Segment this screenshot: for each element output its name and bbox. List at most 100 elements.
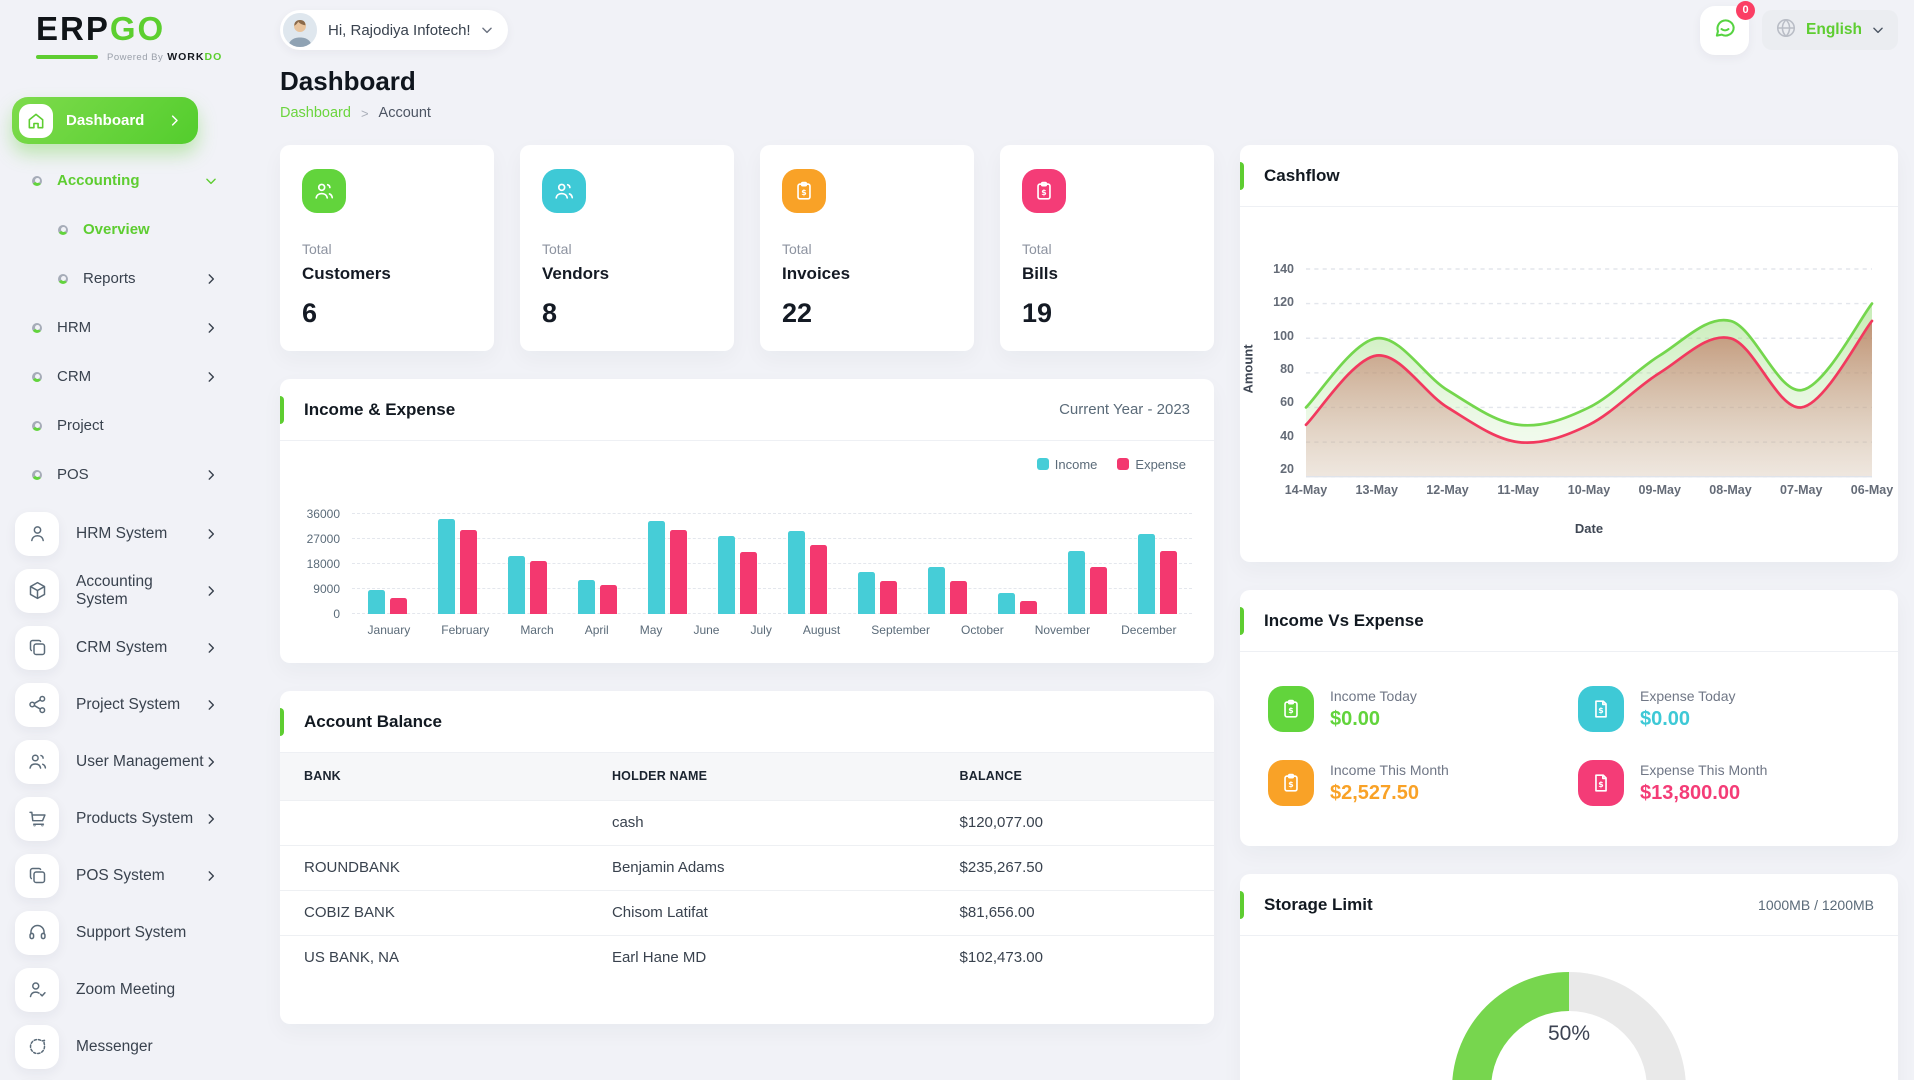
powered-by-label: Powered By bbox=[107, 51, 164, 63]
stat-label: Invoices bbox=[782, 264, 851, 283]
sidebar-item-dashboard[interactable]: Dashboard bbox=[12, 97, 198, 144]
bar-group-july[interactable] bbox=[787, 514, 827, 614]
y-axis-tick: 140 bbox=[1273, 262, 1294, 276]
table-footer-spacer bbox=[280, 980, 1214, 1024]
sidebar-item-pos[interactable]: POS bbox=[12, 450, 240, 499]
x-axis-label: February bbox=[441, 623, 490, 637]
x-axis-label: July bbox=[750, 623, 772, 637]
chevron-right-icon bbox=[204, 272, 218, 286]
chevron-right-icon bbox=[204, 641, 218, 655]
card-title: Storage Limit bbox=[1264, 894, 1373, 914]
sidebar-item-support-system[interactable]: Support System bbox=[12, 904, 240, 961]
storage-limit-card: Storage Limit 1000MB / 1200MB 50% bbox=[1240, 874, 1898, 1080]
ive-value: $0.00 bbox=[1640, 707, 1691, 730]
bar-group-february[interactable] bbox=[437, 514, 477, 614]
cashflow-area-chart: Amount 20 40 60 80 100 120 140 bbox=[1241, 262, 1874, 478]
sidebar-item-label: POS System bbox=[76, 866, 165, 884]
sidebar-item-messenger[interactable]: Messenger bbox=[12, 1018, 240, 1075]
bullet-icon bbox=[58, 273, 68, 284]
sidebar-item-accounting[interactable]: Accounting bbox=[12, 156, 240, 205]
table-row: COBIZ BANK Chisom Latifat $81,656.00 bbox=[280, 889, 1214, 935]
ive-text: Expense This Month $13,800.00 bbox=[1640, 762, 1767, 805]
income-vs-expense-grid: $ Income Today $0.00 $ Expense Today $0.… bbox=[1240, 652, 1898, 846]
sidebar-item-hrm[interactable]: HRM bbox=[12, 303, 240, 352]
ive-label: Income Today bbox=[1330, 687, 1417, 704]
bar-group-october[interactable] bbox=[997, 514, 1037, 614]
share-icon bbox=[15, 682, 59, 727]
bar-group-december[interactable] bbox=[1137, 514, 1177, 614]
table-cell: $102,473.00 bbox=[935, 934, 1214, 980]
breadcrumb-separator: > bbox=[360, 105, 369, 121]
sidebar-subitem-overview[interactable]: Overview bbox=[12, 205, 240, 254]
y-axis-tick: 80 bbox=[1280, 362, 1294, 376]
sidebar-item-crm[interactable]: CRM bbox=[12, 352, 240, 401]
bar-group-september[interactable] bbox=[927, 514, 967, 614]
bar-group-march[interactable] bbox=[507, 514, 547, 614]
table-cell: Earl Hane MD bbox=[587, 934, 936, 980]
users-white-icon bbox=[302, 169, 346, 213]
sidebar-item-label: User Management bbox=[76, 752, 204, 770]
bar-group-may[interactable] bbox=[647, 514, 687, 614]
bullet-icon bbox=[32, 371, 42, 382]
ive-item-expense-this-month: $ Expense This Month $13,800.00 bbox=[1578, 760, 1870, 806]
sidebar-item-project[interactable]: Project bbox=[12, 401, 240, 450]
svg-text:$: $ bbox=[1598, 780, 1603, 789]
sidebar-item-products-system[interactable]: Products System bbox=[12, 790, 240, 847]
bar-group-june[interactable] bbox=[717, 514, 757, 614]
user-menu-button[interactable]: Hi, Rajodiya Infotech! bbox=[280, 10, 508, 50]
brand-logo[interactable]: ERPGO Powered By WORKDO bbox=[36, 12, 240, 63]
account-balance-table: BANK HOLDER NAME BALANCE cash $120,077.00 RO… bbox=[280, 753, 1214, 980]
breadcrumb-dashboard-link[interactable]: Dashboard bbox=[280, 105, 351, 121]
x-axis-label: May bbox=[639, 623, 663, 637]
sidebar-item-accounting-system[interactable]: Accounting System bbox=[12, 562, 240, 619]
sidebar-item-label: Support System bbox=[76, 923, 187, 941]
stat-kicker: Total bbox=[542, 241, 572, 257]
table-row: cash $120,077.00 bbox=[280, 799, 1214, 845]
stat-card-customers: Total Customers 6 bbox=[280, 145, 494, 351]
income-expense-card: Income & Expense Current Year - 2023 Inc… bbox=[280, 379, 1214, 663]
x-axis-label: November bbox=[1034, 623, 1091, 637]
income-bar bbox=[787, 530, 805, 614]
notification-badge: 0 bbox=[1736, 0, 1756, 20]
expense-bar bbox=[529, 560, 547, 614]
chevron-right-icon bbox=[204, 370, 218, 384]
sidebar-item-zoom-meeting[interactable]: Zoom Meeting bbox=[12, 961, 240, 1018]
chevron-right-icon bbox=[204, 698, 218, 712]
bar-group-april[interactable] bbox=[577, 514, 617, 614]
sidebar-item-user-management[interactable]: User Management bbox=[12, 733, 240, 790]
sidebar-menu: Dashboard Accounting Overview Reports HR… bbox=[12, 97, 240, 1080]
brand-underline bbox=[36, 55, 98, 59]
sidebar-item-hrm-system[interactable]: HRM System bbox=[12, 505, 240, 562]
sidebar-item-pos-system[interactable]: POS System bbox=[12, 847, 240, 904]
sidebar-item-label: CRM bbox=[57, 368, 92, 385]
sidebar-item-project-system[interactable]: Project System bbox=[12, 676, 240, 733]
bill-icon: $ bbox=[1578, 760, 1624, 806]
messages-button[interactable]: 0 bbox=[1700, 0, 1756, 55]
chevron-down-icon bbox=[1871, 23, 1885, 37]
svg-text:$: $ bbox=[1598, 706, 1603, 715]
cashflow-header: Cashflow bbox=[1240, 145, 1898, 207]
user-greeting: Hi, Rajodiya Infotech! bbox=[328, 21, 471, 39]
stats-row: Total Customers 6 Total Vendors 8 $ Total… bbox=[280, 145, 1214, 351]
sidebar-item-notification-template[interactable]: Notification Template bbox=[12, 1075, 240, 1080]
ive-item-expense-today: $ Expense Today $0.00 bbox=[1578, 686, 1870, 732]
x-axis-label: January bbox=[367, 623, 411, 637]
language-selector[interactable]: English bbox=[1762, 10, 1898, 50]
legend-income: Income bbox=[1036, 457, 1097, 472]
bar-group-august[interactable] bbox=[857, 514, 897, 614]
sidebar-item-label: HRM bbox=[57, 319, 92, 336]
x-axis-label: 14-May bbox=[1284, 483, 1328, 497]
expense-bar bbox=[879, 581, 897, 614]
card-title: Income Vs Expense bbox=[1264, 610, 1424, 630]
language-label: English bbox=[1806, 21, 1862, 38]
sidebar-item-crm-system[interactable]: CRM System bbox=[12, 619, 240, 676]
brand-erp: ERP bbox=[36, 10, 110, 47]
table-cell: US BANK, NA bbox=[280, 934, 588, 980]
bar-group-november[interactable] bbox=[1067, 514, 1107, 614]
sidebar-subitem-reports[interactable]: Reports bbox=[12, 254, 240, 303]
home-icon bbox=[19, 103, 53, 138]
table-cell: COBIZ BANK bbox=[280, 889, 588, 935]
sidebar-item-label: Products System bbox=[76, 809, 194, 827]
svg-text:$: $ bbox=[1288, 780, 1293, 789]
bar-group-january[interactable] bbox=[367, 514, 407, 614]
